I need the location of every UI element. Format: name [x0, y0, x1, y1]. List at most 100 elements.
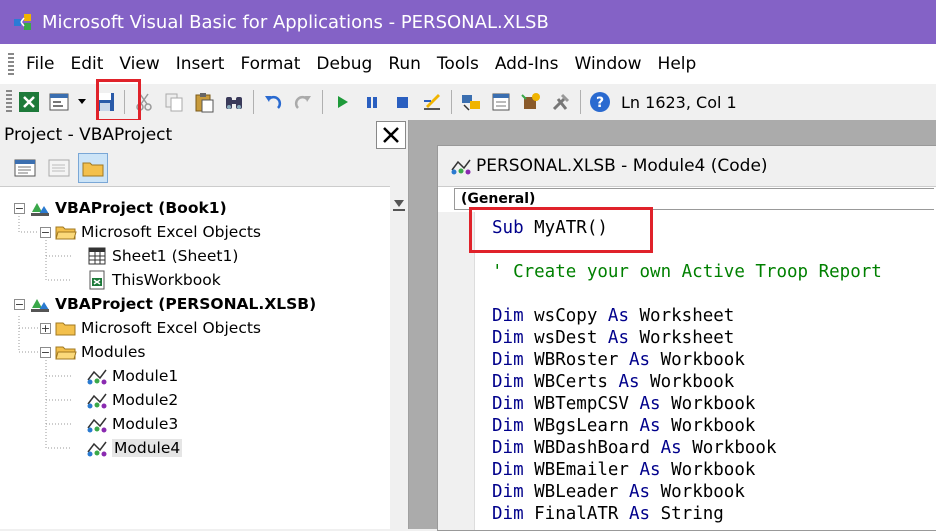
code-line-comment: ' Create your own Active Troop Report	[492, 262, 882, 282]
tree-node-thisworkbook[interactable]: ThisWorkbook	[86, 268, 221, 292]
object-browser-button[interactable]	[518, 89, 544, 115]
project-explorer-button[interactable]	[458, 89, 484, 115]
tree-node-sheet1[interactable]: Sheet1 (Sheet1)	[86, 244, 238, 268]
view-excel-button[interactable]	[16, 89, 42, 115]
keyword: Dim	[492, 504, 524, 524]
menu-view[interactable]: View	[117, 54, 161, 74]
menu-help[interactable]: Help	[656, 54, 699, 74]
find-button[interactable]	[221, 89, 247, 115]
tree-label: Modules	[81, 343, 146, 361]
menu-format[interactable]: Format	[238, 54, 302, 74]
userform-icon	[49, 93, 69, 111]
vba-app-icon	[14, 14, 31, 30]
menubar-grip[interactable]	[8, 53, 14, 75]
menu-insert[interactable]: Insert	[174, 54, 227, 74]
help-icon: ?	[590, 92, 610, 112]
object-browser-icon	[521, 93, 540, 109]
code-margin	[438, 212, 475, 530]
undo-button[interactable]	[260, 89, 286, 115]
tree-label: Sheet1 (Sheet1)	[112, 247, 239, 265]
view-object-button[interactable]	[44, 153, 74, 183]
close-project-button[interactable]	[376, 121, 406, 149]
reset-button[interactable]	[389, 89, 415, 115]
tree-label: Module4	[112, 439, 183, 457]
copy-button[interactable]	[161, 89, 187, 115]
collapse-toggle[interactable]: −	[40, 346, 51, 358]
identifier: WBLeader	[523, 482, 629, 502]
tree-node-personal-excel-objects[interactable]: + Microsoft Excel Objects	[40, 316, 261, 340]
code-line-dim: Dim WBEmailer As Workbook	[492, 460, 755, 480]
keyword: Dim	[492, 482, 524, 502]
tree-label: Microsoft Excel Objects	[81, 319, 262, 337]
svg-text:?: ?	[596, 95, 604, 111]
identifier: WBEmailer	[523, 460, 640, 480]
tree-node-modules[interactable]: − Modules	[40, 340, 145, 364]
menu-file[interactable]: File	[24, 54, 56, 74]
properties-window-button[interactable]	[488, 89, 514, 115]
code-line-dim: Dim WBTempCSV As Workbook	[492, 394, 755, 414]
redo-icon	[294, 95, 311, 109]
module-icon	[86, 414, 108, 434]
break-button[interactable]	[359, 89, 385, 115]
keyword: As	[628, 350, 651, 370]
workbook-icon	[86, 270, 108, 290]
code-line-dim: Dim WBCerts As Workbook	[492, 372, 734, 392]
expand-toggle[interactable]: +	[40, 322, 51, 334]
menu-window[interactable]: Window	[573, 54, 644, 74]
collapse-toggle[interactable]: −	[14, 202, 25, 214]
run-button[interactable]	[329, 89, 355, 115]
tree-node-module3[interactable]: Module3	[86, 412, 178, 436]
pause-icon	[367, 97, 377, 108]
code-line-dim: Dim WBLeader As Workbook	[492, 482, 745, 502]
title-bar[interactable]: Microsoft Visual Basic for Applications …	[0, 0, 936, 44]
view-code-icon	[14, 159, 36, 177]
redo-button[interactable]	[290, 89, 316, 115]
code-editor[interactable]: Sub MyATR() ' Create your own Active Tro…	[438, 212, 936, 530]
stop-icon	[397, 97, 408, 108]
project-explorer-panel: Project - VBAProject − VBAProject (Book1…	[0, 120, 409, 529]
tree-node-book1-excel-objects[interactable]: − Microsoft Excel Objects	[40, 220, 261, 244]
type-name: Workbook	[660, 460, 756, 480]
keyword: As	[639, 416, 661, 436]
tree-node-personal[interactable]: − VBAProject (PERSONAL.XLSB)	[14, 292, 316, 316]
menu-tools[interactable]: Tools	[435, 54, 481, 74]
scroll-down-arrow-icon[interactable]	[390, 194, 408, 214]
project-scrollbar[interactable]	[390, 156, 408, 529]
help-button[interactable]: ?	[587, 89, 613, 115]
toggle-folders-button[interactable]	[78, 153, 108, 183]
type-name: String	[650, 504, 724, 524]
menu-edit[interactable]: Edit	[68, 54, 105, 74]
paste-button[interactable]	[191, 89, 217, 115]
code-window: PERSONAL.XLSB - Module4 (Code) (General)…	[437, 145, 936, 531]
toolbar-separator	[451, 90, 452, 114]
insert-userform-button[interactable]	[46, 89, 72, 115]
toolbar-grip[interactable]	[6, 90, 12, 114]
menu-run[interactable]: Run	[386, 54, 423, 74]
toolbox-icon	[552, 93, 570, 111]
collapse-toggle[interactable]: −	[40, 226, 51, 238]
design-mode-button[interactable]	[419, 89, 445, 115]
menu-debug[interactable]: Debug	[314, 54, 374, 74]
tree-node-module4[interactable]: Module4	[86, 436, 183, 460]
project-tree: − VBAProject (Book1) − Microsoft Excel O…	[0, 196, 390, 529]
identifier: wsDest	[523, 328, 608, 348]
type-name: Workbook	[660, 394, 756, 414]
module-icon	[86, 366, 108, 386]
copy-icon	[165, 93, 183, 112]
type-name: Workbook	[639, 372, 735, 392]
code-window-titlebar[interactable]: PERSONAL.XLSB - Module4 (Code)	[438, 146, 936, 187]
insert-dropdown-button[interactable]	[76, 89, 88, 115]
view-code-button[interactable]	[10, 153, 40, 183]
tree-node-module2[interactable]: Module2	[86, 388, 178, 412]
collapse-toggle[interactable]: −	[14, 298, 25, 310]
code-line-dim: Dim WBRoster As Workbook	[492, 350, 745, 370]
tree-label: ThisWorkbook	[112, 271, 221, 289]
toolbar-separator	[322, 90, 323, 114]
toolbox-button[interactable]	[548, 89, 574, 115]
tree-node-book1[interactable]: − VBAProject (Book1)	[14, 196, 227, 220]
vbaproject-icon	[29, 198, 51, 218]
menu-addins[interactable]: Add-Ins	[493, 54, 561, 74]
tree-node-module1[interactable]: Module1	[86, 364, 178, 388]
menu-bar: File Edit View Insert Format Debug Run T…	[0, 44, 936, 84]
keyword: Dim	[492, 350, 524, 370]
